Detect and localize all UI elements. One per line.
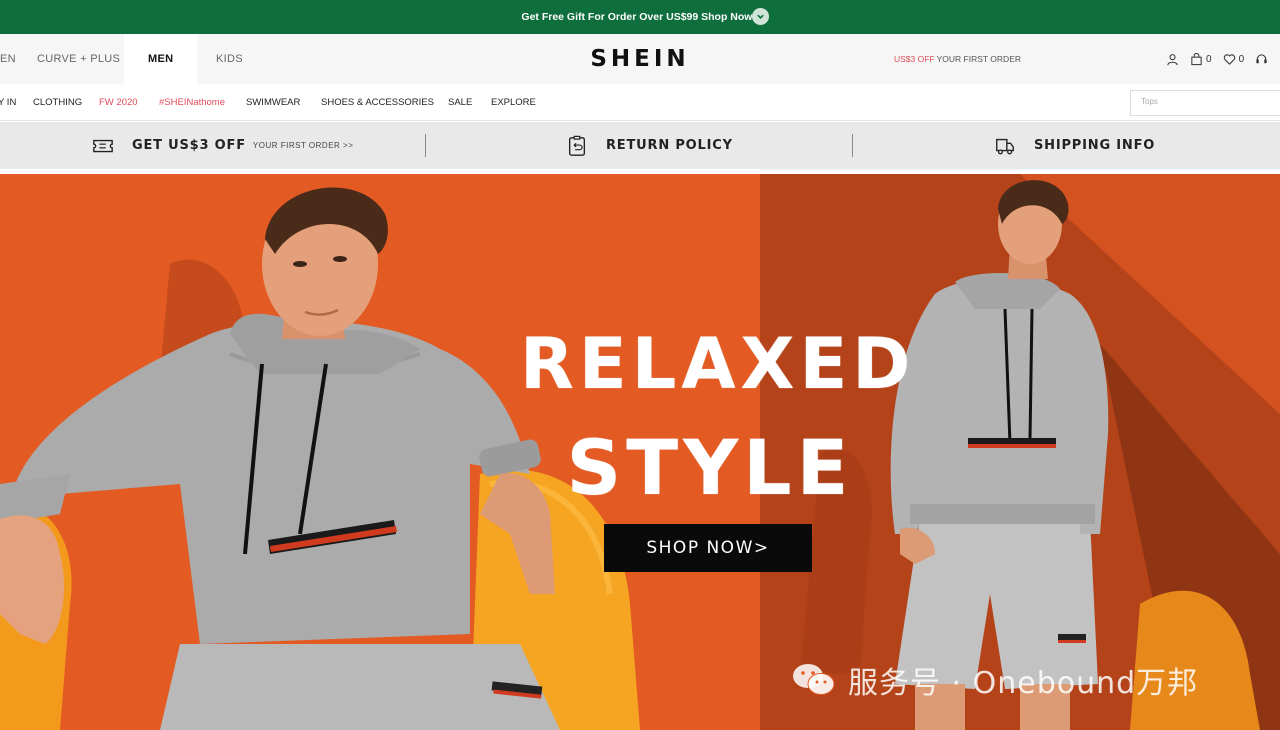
offer-amount: US$3 OFF [894,54,935,64]
wishlist-count: 0 [1238,53,1245,65]
header-actions: 0 0 [1166,34,1279,84]
return-policy-label: RETURN POLICY [606,138,733,153]
gender-tab-curve-plus[interactable]: CURVE + PLUS [37,34,120,84]
bag-button[interactable]: 0 [1190,52,1212,66]
wechat-watermark: 服务号 · Onebound万邦 [790,658,1198,702]
nav-item-sheinathome[interactable]: #SHEINathome [159,84,225,121]
gender-tab-kids[interactable]: KIDS [216,34,243,84]
heart-icon [1223,53,1235,65]
shipping-info-link[interactable]: SHIPPING INFO [994,122,1155,169]
bag-icon [1191,52,1202,65]
shipping-info-label: SHIPPING INFO [1034,138,1156,153]
nav-item-shoes-accessories[interactable]: SHOES & ACCESSORIES [321,84,434,121]
coupon-title: GET US$3 OFF [132,138,246,153]
nav-item-explore[interactable]: EXPLORE [491,84,536,121]
hero-headline-line1: RELAXED [520,323,916,405]
shein-logo[interactable]: SHEIN [560,34,720,84]
promo-bar[interactable]: Get Free Gift For Order Over US$99 Shop … [0,0,1280,34]
gender-tab-men[interactable]: MEN [124,34,198,84]
support-icon[interactable] [1255,53,1268,66]
gender-tab-women[interactable]: EN [0,34,16,84]
shop-now-button[interactable]: SHOP NOW> [604,524,812,572]
offer-text: YOUR FIRST ORDER [936,54,1022,64]
hero-headline-line2: STYLE [566,423,854,512]
category-nav: Y IN CLOTHING FW 2020 #SHEINathome SWIMW… [0,84,1280,121]
coupon-banner[interactable]: GET US$3 OFF YOUR FIRST ORDER >> [92,122,353,169]
divider [852,134,853,157]
header-first-order-offer[interactable]: US$3 OFF YOUR FIRST ORDER [894,34,1021,84]
nav-item-sale[interactable]: SALE [448,84,472,121]
bag-count: 0 [1206,53,1212,65]
promo-text[interactable]: Get Free Gift For Order Over US$99 Shop … [521,11,758,23]
return-policy-link[interactable]: RETURN POLICY [566,122,733,169]
info-strip: GET US$3 OFF YOUR FIRST ORDER >> RETURN … [0,122,1280,169]
divider [425,134,426,157]
ticket-icon [93,139,113,152]
nav-item-fw-2020[interactable]: FW 2020 [99,84,138,121]
nav-item-new-in[interactable]: Y IN [0,84,16,121]
hero-banner[interactable]: RELAXED STYLE SHOP NOW> 服务号 · Onebound万邦 [0,174,1280,730]
search-input[interactable]: Tops [1130,90,1280,116]
nav-item-clothing[interactable]: CLOTHING [33,84,82,121]
return-icon [568,135,586,156]
wishlist-button[interactable]: 0 [1223,53,1245,66]
wechat-icon [793,664,835,695]
watermark-text: 服务号 · Onebound万邦 [848,666,1199,701]
account-icon[interactable] [1166,53,1179,66]
chevron-down-icon[interactable] [752,8,769,25]
nav-item-swimwear[interactable]: SWIMWEAR [246,84,300,121]
coupon-subtitle: YOUR FIRST ORDER >> [252,141,354,150]
truck-icon [996,138,1014,154]
site-header: EN CURVE + PLUS MEN KIDS SHEIN US$3 OFF … [0,34,1280,84]
